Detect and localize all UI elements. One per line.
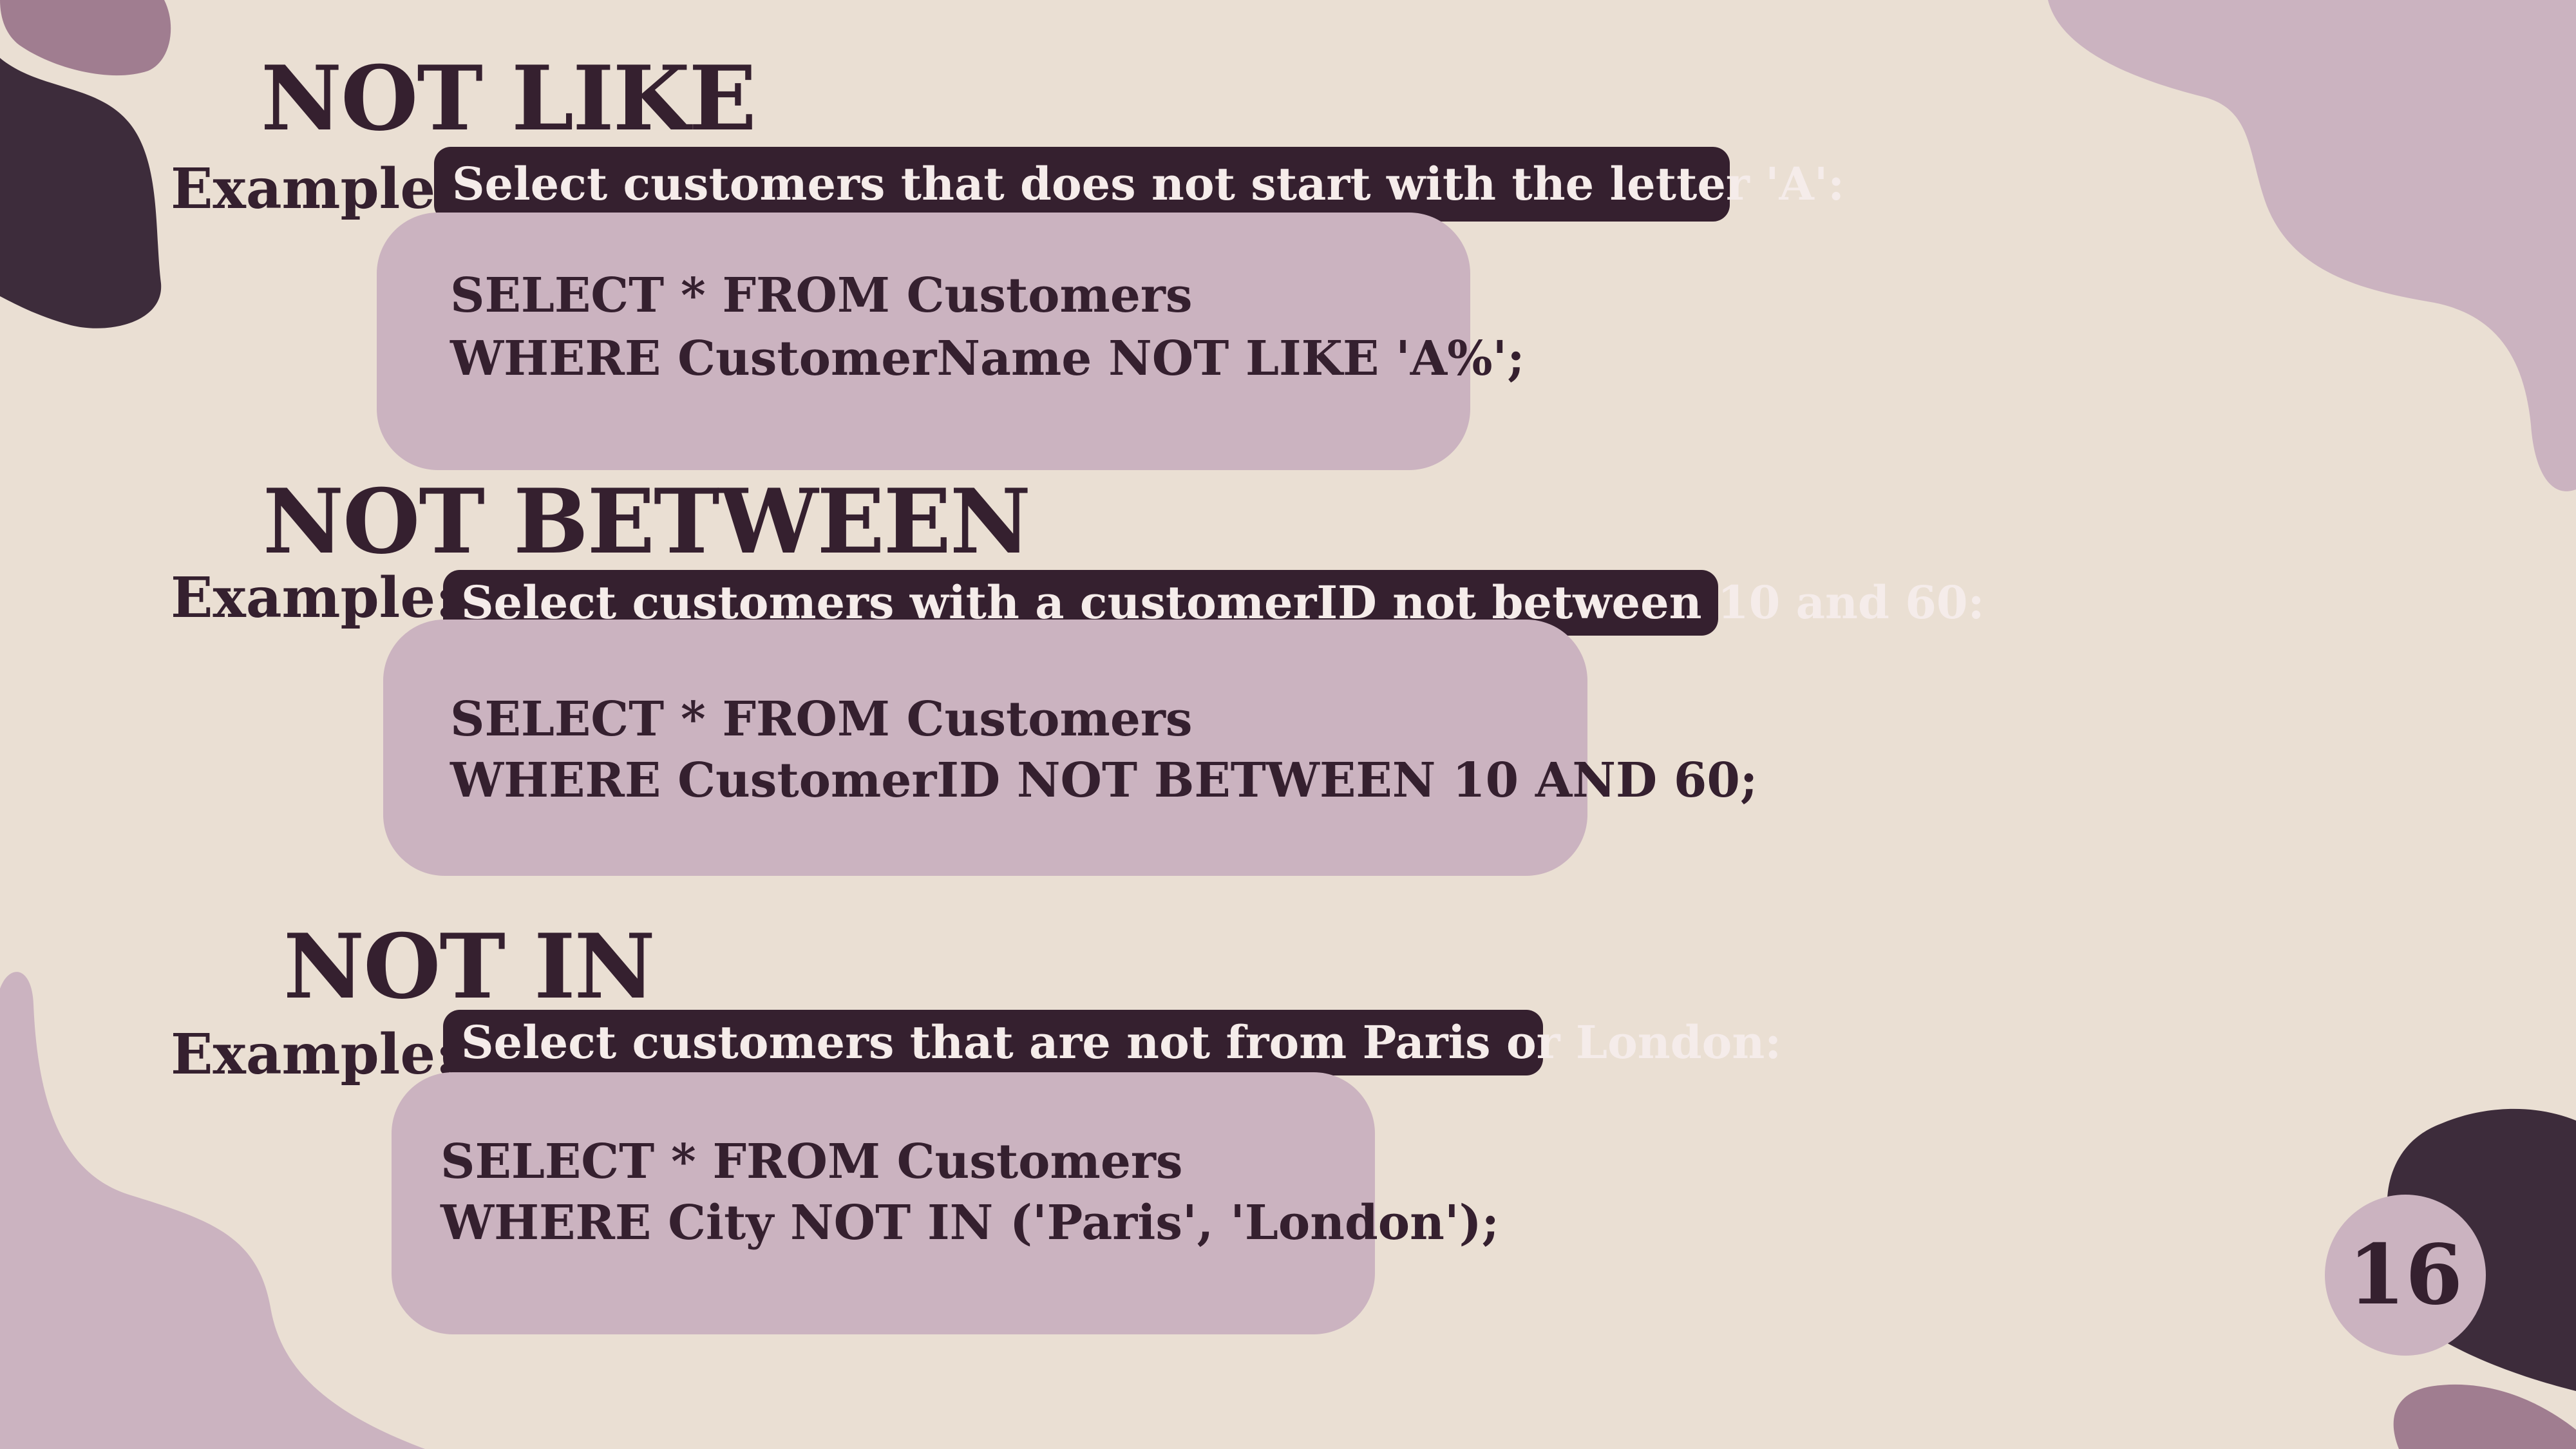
code-line: SELECT * FROM Customers	[450, 268, 1193, 323]
example-label: Example:	[171, 565, 456, 630]
code-line: WHERE CustomerID NOT BETWEEN 10 AND 60;	[450, 753, 1758, 808]
top-right-mauve-blob	[2048, 0, 2576, 491]
code-line: WHERE City NOT IN ('Paris', 'London');	[440, 1195, 1499, 1251]
code-line: SELECT * FROM Customers	[440, 1134, 1183, 1189]
example-label: Example:	[171, 156, 456, 222]
code-block: SELECT * FROM Customers WHERE CustomerNa…	[377, 213, 1525, 470]
example-label: Example:	[171, 1022, 456, 1087]
code-block: SELECT * FROM Customers WHERE CustomerID…	[383, 620, 1757, 876]
page-number: 16	[2325, 1195, 2486, 1356]
page-number-text: 16	[2347, 1227, 2463, 1323]
code-block: SELECT * FROM Customers WHERE City NOT I…	[392, 1072, 1499, 1334]
code-line: SELECT * FROM Customers	[450, 692, 1193, 747]
example-description: Select customers that does not start wit…	[434, 147, 1844, 222]
top-left-dark-blob	[0, 58, 162, 328]
section-heading-not-like: NOT LIKE	[261, 46, 757, 151]
code-line: WHERE CustomerName NOT LIKE 'A%';	[450, 331, 1525, 386]
example-description: Select customers that are not from Paris…	[443, 1010, 1781, 1075]
top-left-rose-blob	[0, 0, 171, 76]
section-heading-not-in: NOT IN	[283, 914, 656, 1019]
section-heading-not-between: NOT BETWEEN	[263, 469, 1031, 574]
bottom-right-rose-blob	[2393, 1384, 2576, 1449]
